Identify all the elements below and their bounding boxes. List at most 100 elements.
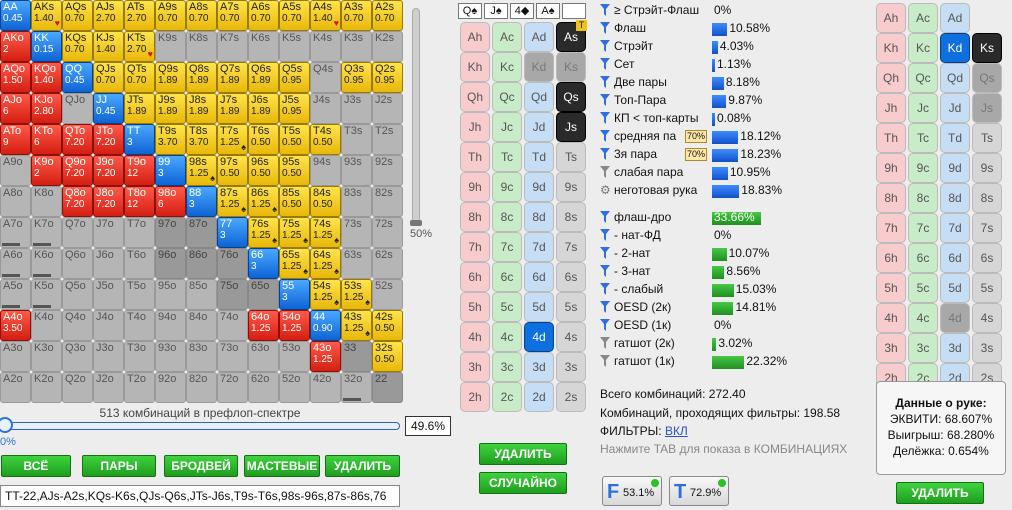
funnel-icon[interactable] xyxy=(600,301,610,313)
hand-cell[interactable]: QJs 0.70 xyxy=(93,62,124,93)
card-kh[interactable]: Kh xyxy=(460,52,490,82)
card-as[interactable]: As T xyxy=(556,20,587,52)
filter-row[interactable]: - 2-нат 10.07% xyxy=(600,246,840,263)
hand-cell[interactable]: 72s xyxy=(372,217,403,248)
hand-cell[interactable]: ATs 2.70 xyxy=(124,0,155,31)
hand-cell[interactable]: 99 3 xyxy=(155,155,186,186)
card-9s[interactable]: 9s xyxy=(556,172,586,202)
card-7s[interactable]: 7s xyxy=(972,213,1002,243)
card-6d[interactable]: 6d xyxy=(524,262,554,292)
card-3d[interactable]: 3d xyxy=(940,333,970,363)
filter-row[interactable]: Сет 1.13% xyxy=(600,57,840,74)
card-8c[interactable]: 8c xyxy=(492,202,522,232)
hand-cell[interactable]: T7s 1.25 ♠ xyxy=(217,124,248,155)
hand-cell[interactable]: 63s xyxy=(341,248,372,279)
hand-cell[interactable]: 83o xyxy=(186,341,217,372)
card-kd[interactable]: Kd xyxy=(940,33,970,63)
board-card-4[interactable]: A♠ xyxy=(536,3,560,19)
hand-cell[interactable]: 66 3 xyxy=(248,248,279,279)
card-5c[interactable]: 5c xyxy=(492,292,522,322)
hand-cell[interactable]: 83s xyxy=(341,186,372,217)
filter-row[interactable]: Стрэйт 4.03% xyxy=(600,39,840,56)
card-6c[interactable]: 6c xyxy=(908,243,938,273)
card-qc[interactable]: Qc xyxy=(908,63,938,93)
hand-cell[interactable]: A3s 0.70 xyxy=(341,0,372,31)
card-3s[interactable]: 3s xyxy=(972,333,1002,363)
hand-cell[interactable]: 75s 1.25 ♠ xyxy=(279,217,310,248)
funnel-icon[interactable] xyxy=(600,58,610,70)
filter-row[interactable]: ≥ Стрэйт-Флаш 0% xyxy=(600,3,840,20)
funnel-icon[interactable] xyxy=(600,229,610,241)
hand-cell[interactable]: 72o xyxy=(217,372,248,403)
card-td[interactable]: Td xyxy=(524,142,554,172)
funnel-icon[interactable] xyxy=(600,4,610,16)
hand-cell[interactable]: T9s 3.70 xyxy=(155,124,186,155)
hand-cell[interactable]: J6o xyxy=(93,248,124,279)
hand-cell[interactable]: 74s 1.25 ♠ xyxy=(310,217,341,248)
card-tc[interactable]: Tc xyxy=(492,142,522,172)
hand-cell[interactable]: A6s 0.70 xyxy=(248,0,279,31)
card-5s[interactable]: 5s xyxy=(972,273,1002,303)
card-5h[interactable]: 5h xyxy=(460,292,490,322)
hand-cell[interactable]: T4o xyxy=(124,310,155,341)
hand-cell[interactable]: AJo 6 xyxy=(0,93,31,124)
card-5d[interactable]: 5d xyxy=(940,273,970,303)
card-ac[interactable]: Ac xyxy=(908,3,938,33)
funnel-icon[interactable] xyxy=(600,211,610,223)
hand-cell[interactable]: AQo 1.50 xyxy=(0,62,31,93)
hand-cell[interactable]: T7o xyxy=(124,217,155,248)
select-all-button[interactable]: ВСЁ xyxy=(1,455,71,477)
hand-cell[interactable]: K4s xyxy=(310,31,341,62)
hand-cell[interactable]: 96s 0.50 xyxy=(248,155,279,186)
hand-cell[interactable]: KJs 1.40 xyxy=(93,31,124,62)
hand-cell[interactable]: K2o xyxy=(31,372,62,403)
funnel-icon[interactable] xyxy=(600,247,610,259)
card-5d[interactable]: 5d xyxy=(524,292,554,322)
hand-cell[interactable]: 42s 0.50 xyxy=(372,310,403,341)
hand-cell[interactable]: 54o 1.25 xyxy=(279,310,310,341)
funnel-icon[interactable] xyxy=(600,319,610,331)
hand-cell[interactable]: Q3s 0.95 xyxy=(341,62,372,93)
card-ks[interactable]: Ks xyxy=(556,52,586,82)
card-9c[interactable]: 9c xyxy=(492,172,522,202)
filter-row[interactable]: КП < топ-карты 0.08% xyxy=(600,111,840,128)
filter-row[interactable]: Флаш 10.58% xyxy=(600,21,840,38)
funnel-icon[interactable] xyxy=(600,40,610,52)
filter-row[interactable]: OESD (2к) 14.81% xyxy=(600,300,840,317)
hand-cell[interactable]: 98s 1.25 ♠ xyxy=(186,155,217,186)
hand-cell[interactable]: J5s 0.95 xyxy=(279,93,310,124)
board-card-1[interactable]: Q♠ xyxy=(458,3,482,19)
filter-row[interactable]: - слабый 15.03% xyxy=(600,282,840,299)
filter-row[interactable]: Топ-Пара 9.87% xyxy=(600,93,840,110)
hand-cell[interactable]: K5s xyxy=(279,31,310,62)
hand-cell[interactable]: QQ 0.45 xyxy=(62,62,93,93)
hand-cell[interactable]: T8s 3.70 xyxy=(186,124,217,155)
funnel-icon[interactable] xyxy=(600,283,610,295)
hand-cell[interactable]: 92s xyxy=(372,155,403,186)
card-th[interactable]: Th xyxy=(460,142,490,172)
hand-cell[interactable]: J4s xyxy=(310,93,341,124)
card-jh[interactable]: Jh xyxy=(460,112,490,142)
hand-cell[interactable]: J9o 7.20 xyxy=(93,155,124,186)
hand-cell[interactable]: QTo 7.20 xyxy=(62,124,93,155)
card-jh[interactable]: Jh xyxy=(876,93,906,123)
hand-cell[interactable]: K7s xyxy=(217,31,248,62)
hand-cell[interactable]: 87s 1.25 ♠ xyxy=(217,186,248,217)
board-card-5[interactable] xyxy=(562,3,586,19)
card-7c[interactable]: 7c xyxy=(492,232,522,262)
hand-cell[interactable]: 32s 0.50 xyxy=(372,341,403,372)
hand-cell[interactable]: A5s 0.70 xyxy=(279,0,310,31)
card-8c[interactable]: 8c xyxy=(908,183,938,213)
hand-cell[interactable]: 97o xyxy=(155,217,186,248)
hand-cell[interactable]: 62o xyxy=(248,372,279,403)
hand-cell[interactable]: K9o 2 xyxy=(31,155,62,186)
hand-cell[interactable]: K5o xyxy=(31,279,62,310)
clear-range-button[interactable]: УДАЛИТЬ xyxy=(325,455,400,477)
card-jc[interactable]: Jc xyxy=(492,112,522,142)
hand-cell[interactable]: K4o xyxy=(31,310,62,341)
hand-cell[interactable]: T8o 12 xyxy=(124,186,155,217)
hand-cell[interactable]: 87o xyxy=(186,217,217,248)
hand-cell[interactable]: A4s 1.40 ♥ xyxy=(310,0,341,31)
hand-cell[interactable]: T5s 0.50 xyxy=(279,124,310,155)
hand-cell[interactable]: JTo 7.20 xyxy=(93,124,124,155)
